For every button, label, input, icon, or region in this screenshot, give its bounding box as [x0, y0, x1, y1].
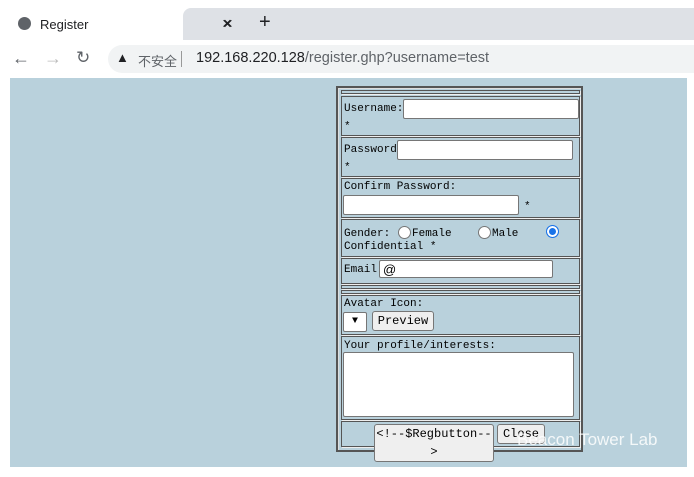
- security-label: 不安全: [138, 54, 178, 69]
- tab-title: Register: [40, 17, 89, 32]
- back-icon[interactable]: ←: [12, 48, 30, 69]
- password-input[interactable]: [397, 140, 573, 160]
- close-tab-icon[interactable]: ×: [223, 14, 233, 34]
- url-host: 192.168.220.128: [196, 50, 305, 66]
- new-tab-button[interactable]: +: [259, 11, 271, 34]
- register-form: Username: * Password: * Confirm Password…: [336, 86, 583, 462]
- profile-row: Your profile/interests:: [341, 336, 580, 420]
- username-input[interactable]: [403, 99, 579, 119]
- url: 192.168.220.128/register.ghp?username=te…: [196, 50, 489, 66]
- forward-icon[interactable]: →: [44, 48, 62, 69]
- email-label: Email:: [344, 264, 384, 276]
- divider: [341, 290, 580, 294]
- divider: [341, 90, 580, 94]
- confirm-password-input[interactable]: [343, 195, 519, 215]
- male-label: Male: [492, 228, 519, 240]
- avatar-label: Avatar Icon:: [344, 298, 424, 310]
- female-label: Female: [412, 228, 452, 240]
- warning-icon: ▲: [116, 50, 129, 65]
- username-label: Username:: [344, 103, 404, 115]
- required-mark: *: [524, 201, 531, 213]
- avatar-select[interactable]: ▼: [343, 312, 367, 332]
- register-button[interactable]: <!--$Regbutton-->: [374, 424, 494, 462]
- url-path: /register.ghp?username=test: [304, 50, 490, 66]
- watermark: Beacon Tower Lab: [517, 430, 658, 449]
- required-mark: *: [344, 162, 351, 174]
- gender-row: Gender: Female Male Confidential *: [341, 219, 580, 257]
- password-row: Password: *: [341, 137, 580, 177]
- gender-label: Gender:: [344, 228, 391, 240]
- confirm-password-label: Confirm Password:: [344, 181, 457, 193]
- divider: [181, 51, 182, 67]
- divider: [341, 285, 580, 289]
- globe-icon: [18, 17, 31, 30]
- password-label: Password:: [344, 144, 404, 156]
- required-mark: *: [344, 121, 351, 133]
- email-input[interactable]: @: [379, 260, 553, 278]
- confirm-password-row: Confirm Password: *: [341, 178, 580, 218]
- confidential-label: Confidential *: [344, 241, 437, 253]
- address-bar[interactable]: ▲ 不安全 192.168.220.128/register.ghp?usern…: [108, 45, 694, 73]
- preview-button[interactable]: Preview: [372, 311, 434, 331]
- profile-textarea[interactable]: [343, 352, 574, 417]
- tab-register[interactable]: Register ×: [0, 8, 232, 41]
- female-radio[interactable]: [398, 226, 411, 239]
- male-radio[interactable]: [478, 226, 491, 239]
- avatar-row: Avatar Icon: ▼ Preview: [341, 295, 580, 335]
- confidential-radio[interactable]: [546, 225, 559, 238]
- chevron-down-icon: ▼: [351, 316, 358, 327]
- reload-icon[interactable]: ↻: [76, 48, 90, 68]
- profile-label: Your profile/interests:: [344, 340, 496, 352]
- email-row: Email: @: [341, 258, 580, 284]
- username-row: Username: *: [341, 96, 580, 136]
